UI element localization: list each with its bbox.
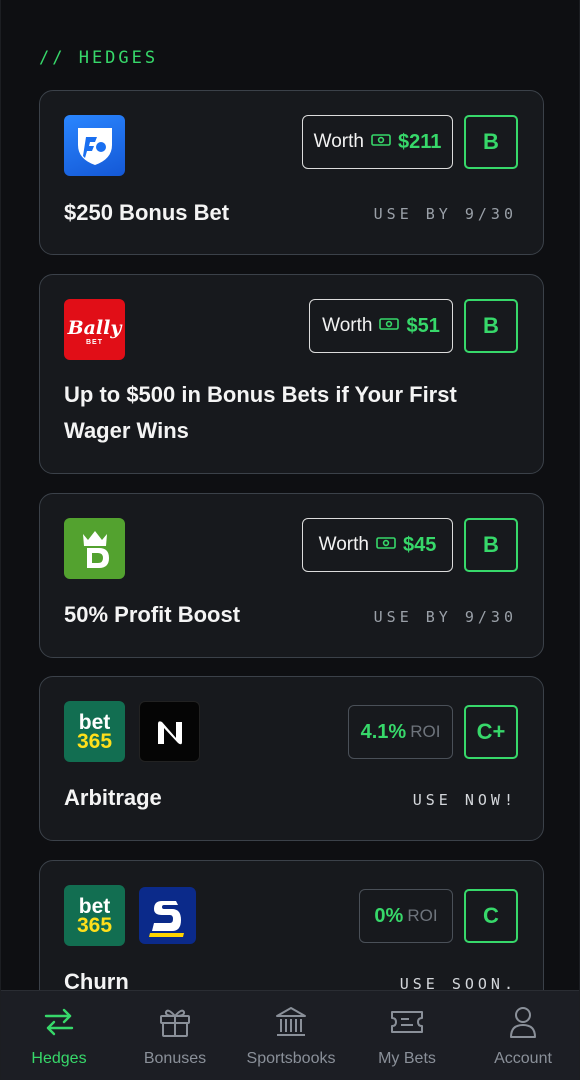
hedge-card-arbitrage[interactable]: bet 365 4.1% ROI C+ Arbitrage USE NOW!	[39, 676, 544, 841]
worth-label: Worth	[322, 315, 373, 336]
worth-value: $51	[406, 314, 440, 337]
nav-item-account[interactable]: Account	[465, 991, 579, 1080]
card-title: Up to $500 in Bonus Bets if Your First W…	[64, 382, 457, 443]
grade-badge: C+	[464, 705, 518, 759]
hedge-card-draftkings[interactable]: Worth $45 B 50% Profit Boost USE BY 9/30	[39, 493, 544, 658]
novig-logo-icon	[139, 701, 200, 762]
worth-value: $211	[397, 130, 442, 153]
use-by-label: USE BY 9/30	[373, 608, 517, 626]
sporttrade-logo-icon	[139, 887, 196, 944]
card-title: Arbitrage	[64, 785, 162, 810]
cash-icon	[376, 534, 396, 556]
worth-badge: Worth $51	[309, 299, 453, 353]
bank-icon	[274, 1004, 308, 1040]
worth-label: Worth	[318, 534, 369, 555]
nav-item-hedges[interactable]: Hedges	[1, 991, 117, 1080]
grade-badge: B	[464, 518, 518, 572]
roi-badge: 0% ROI	[359, 889, 453, 943]
nav-label: Hedges	[31, 1050, 87, 1067]
grade-badge: C	[464, 889, 518, 943]
card-title: $250 Bonus Bet	[64, 200, 230, 225]
nav-label: My Bets	[378, 1050, 436, 1067]
use-by-label: USE NOW!	[412, 791, 517, 809]
grade-badge: B	[464, 115, 518, 169]
nav-label: Bonuses	[143, 1050, 207, 1067]
bet365-logo-icon: bet 365	[64, 885, 125, 946]
worth-badge: Worth $45	[302, 518, 453, 572]
roi-value: 4.1%	[360, 720, 407, 743]
nav-item-my-bets[interactable]: My Bets	[349, 991, 465, 1080]
ticket-icon	[389, 1004, 425, 1040]
fanduel-logo-icon	[64, 115, 125, 176]
nav-item-sportsbooks[interactable]: Sportsbooks	[233, 991, 349, 1080]
roi-value: 0%	[374, 904, 404, 927]
cash-icon	[371, 131, 391, 153]
roi-label: ROI	[407, 906, 438, 925]
bet365-logo-icon: bet 365	[64, 701, 125, 762]
hedge-card-bally[interactable]: Bally BET Worth $51 B Up to $500 in Bonu…	[39, 274, 544, 474]
bally-logo-icon: Bally BET	[64, 299, 125, 360]
nav-item-bonuses[interactable]: Bonuses	[117, 991, 233, 1080]
worth-badge: Worth $211	[302, 115, 453, 169]
hedges-screen: // HEDGES Worth $211 B $250 Bonus Bet US…	[0, 0, 580, 1080]
bottom-nav: Hedges Bonuses Sportsbooks My Bets Accou…	[1, 990, 579, 1080]
nav-label: Account	[494, 1050, 552, 1067]
user-icon	[508, 1004, 538, 1040]
swap-arrows-icon	[42, 1004, 76, 1040]
grade-badge: B	[464, 299, 518, 353]
use-by-label: USE BY 9/30	[373, 205, 517, 223]
card-title: 50% Profit Boost	[64, 602, 241, 627]
draftkings-logo-icon	[64, 518, 125, 579]
section-title: // HEDGES	[39, 48, 159, 68]
worth-value: $45	[402, 533, 437, 556]
worth-label: Worth	[313, 131, 364, 152]
nav-label: Sportsbooks	[246, 1050, 336, 1067]
cash-icon	[379, 315, 400, 337]
hedge-card-fanduel[interactable]: Worth $211 B $250 Bonus Bet USE BY 9/30	[39, 90, 544, 255]
roi-label: ROI	[410, 722, 441, 741]
gift-icon	[158, 1004, 192, 1040]
roi-badge: 4.1% ROI	[348, 705, 453, 759]
